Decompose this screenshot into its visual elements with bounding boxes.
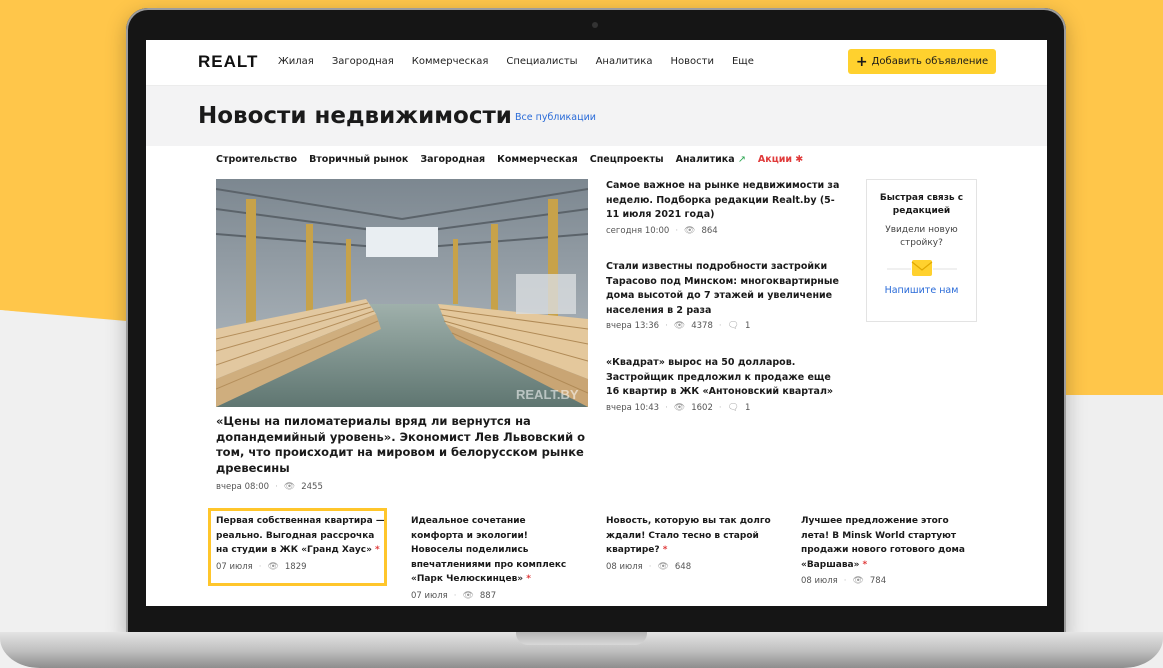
trend-up-icon: ↗ xyxy=(737,154,746,165)
eye-icon: 👁︎ xyxy=(462,590,474,601)
side-news-time: вчера 10:43 xyxy=(606,402,660,413)
nav-item-commercial[interactable]: Коммерческая xyxy=(412,56,489,67)
promo-news-views: 887 xyxy=(479,590,497,601)
eye-icon: 👁︎ xyxy=(657,561,669,572)
side-news-title[interactable]: «Квадрат» вырос на 50 долларов. Застройщ… xyxy=(606,356,844,400)
category-promotions[interactable]: Акции ✱ xyxy=(758,154,803,165)
promo-news-views: 784 xyxy=(869,576,887,586)
promo-news-meta: 08 июля · 👁︎ 784 xyxy=(801,576,887,586)
envelope-icon xyxy=(886,257,957,279)
comment-icon: 🗨︎ xyxy=(727,402,739,413)
page-title: Новости недвижимости xyxy=(198,103,512,129)
side-news-time: сегодня 10:00 xyxy=(606,225,670,236)
side-news-title[interactable]: Самое важное на рынке недвижимости за не… xyxy=(606,179,844,223)
feedback-title: Быстрая связь с редакцией xyxy=(879,193,964,216)
category-analytics[interactable]: Аналитика ↗ xyxy=(676,154,746,165)
side-news-comments: 1 xyxy=(745,321,751,331)
page-header: Новости недвижимости Все публикации xyxy=(146,86,1047,146)
promo-news-card: Идеальное сочетание комфорта и экологии!… xyxy=(411,514,581,601)
category-special-projects[interactable]: Спецпроекты xyxy=(590,154,664,165)
side-news-views: 864 xyxy=(701,225,718,236)
promo-news-title-text: Идеальное сочетание комфорта и экологии!… xyxy=(411,516,567,584)
hero-news-meta: вчера 08:00 · 👁︎ 2455 xyxy=(216,482,323,492)
plus-icon: + xyxy=(855,53,868,70)
nav-item-country[interactable]: Загородная xyxy=(332,56,394,67)
side-news-item: «Квадрат» вырос на 50 долларов. Застройщ… xyxy=(606,356,844,413)
promo-news-title[interactable]: Идеальное сочетание комфорта и экологии!… xyxy=(411,514,581,587)
nav-item-more[interactable]: Еще xyxy=(732,56,754,67)
comment-icon: 🗨︎ xyxy=(727,321,739,331)
side-news-views: 4378 xyxy=(691,321,713,331)
laptop-notch xyxy=(516,632,647,645)
browser-screen: REALT Жилая Загородная Коммерческая Спец… xyxy=(146,40,1047,606)
hero-news-time: вчера 08:00 xyxy=(216,482,270,492)
realt-logo[interactable]: REALT xyxy=(198,52,258,72)
eye-icon: 👁︎ xyxy=(673,402,686,413)
watermark-text: REALT.BY xyxy=(516,387,579,402)
promo-news-date: 08 июля xyxy=(606,561,643,572)
nav-item-residential[interactable]: Жилая xyxy=(278,56,314,67)
category-commercial[interactable]: Коммерческая xyxy=(497,154,578,165)
category-tabs: Строительство Вторичный рынок Загородная… xyxy=(216,154,803,165)
promo-news-card: Лучшее предложение этого лета! В Minsk W… xyxy=(801,514,971,586)
nav-item-news[interactable]: Новости xyxy=(670,56,713,67)
add-listing-label: Добавить объявление xyxy=(871,56,989,67)
ad-mark: * xyxy=(662,545,668,555)
hero-news-image[interactable]: REALT.BY xyxy=(216,179,588,407)
category-promotions-label: Акции xyxy=(757,154,793,165)
side-news-comments: 1 xyxy=(745,402,751,413)
hero-news-views: 2455 xyxy=(301,482,323,492)
side-news-views: 1602 xyxy=(691,402,713,413)
promo-news-views: 648 xyxy=(674,561,692,572)
eye-icon: 👁︎ xyxy=(852,576,864,586)
promo-news-title[interactable]: Лучшее предложение этого лета! В Minsk W… xyxy=(801,514,971,572)
category-analytics-label: Аналитика xyxy=(675,154,735,165)
side-news-time: вчера 13:36 xyxy=(606,321,660,331)
all-publications-link[interactable]: Все публикации xyxy=(515,112,596,123)
ad-mark: * xyxy=(526,574,531,584)
eye-icon: 👁︎ xyxy=(283,482,296,492)
warehouse-photo: REALT.BY xyxy=(216,179,588,407)
feedback-question: Увидели новую стройку? xyxy=(885,225,958,248)
side-news-item: Стали известны подробности застройки Тар… xyxy=(606,260,844,331)
promo-news-title[interactable]: Новость, которую вы так долго ждали! Ста… xyxy=(606,514,776,558)
highlight-frame xyxy=(208,508,387,586)
promo-news-title-text: Новость, которую вы так долго ждали! Ста… xyxy=(606,516,771,555)
main-nav: Жилая Загородная Коммерческая Специалист… xyxy=(278,56,754,67)
nav-item-specialists[interactable]: Специалисты xyxy=(506,56,577,67)
eye-icon: 👁︎ xyxy=(684,225,696,236)
camera-icon xyxy=(592,22,598,28)
promo-news-title-text: Лучшее предложение этого лета! В Minsk W… xyxy=(801,516,965,570)
hero-news-title[interactable]: «Цены на пиломатериалы вряд ли вернутся … xyxy=(216,414,588,476)
write-us-link[interactable]: Напишите нам xyxy=(867,285,976,296)
category-secondary-market[interactable]: Вторичный рынок xyxy=(309,154,408,165)
side-news-meta: вчера 13:36 · 👁︎ 4378 · 🗨︎ 1 xyxy=(606,321,751,331)
promo-news-date: 08 июля xyxy=(801,576,838,586)
nav-item-analytics[interactable]: Аналитика xyxy=(596,56,653,67)
side-news-meta: вчера 10:43 · 👁︎ 1602 · 🗨︎ 1 xyxy=(606,402,751,413)
side-news-item: Самое важное на рынке недвижимости за не… xyxy=(606,179,844,236)
ad-mark: * xyxy=(862,559,868,570)
eye-icon: 👁︎ xyxy=(673,321,686,331)
category-country[interactable]: Загородная xyxy=(420,154,485,165)
promo-news-card: Новость, которую вы так долго ждали! Ста… xyxy=(606,514,776,572)
promo-news-meta: 07 июля · 👁︎ 887 xyxy=(411,590,497,601)
promo-news-date: 07 июля xyxy=(411,590,448,601)
category-construction[interactable]: Строительство xyxy=(216,154,297,165)
side-news-title[interactable]: Стали известны подробности застройки Тар… xyxy=(606,260,844,318)
side-news-meta: сегодня 10:00 · 👁︎ 864 xyxy=(606,225,718,236)
feedback-widget: Быстрая связь с редакцией Увидели новую … xyxy=(866,179,977,322)
sparkle-icon: ✱ xyxy=(795,154,804,165)
promo-news-meta: 08 июля · 👁︎ 648 xyxy=(606,561,692,572)
add-listing-button[interactable]: + Добавить объявление xyxy=(848,49,996,74)
top-navigation: REALT Жилая Загородная Коммерческая Спец… xyxy=(146,40,1047,86)
